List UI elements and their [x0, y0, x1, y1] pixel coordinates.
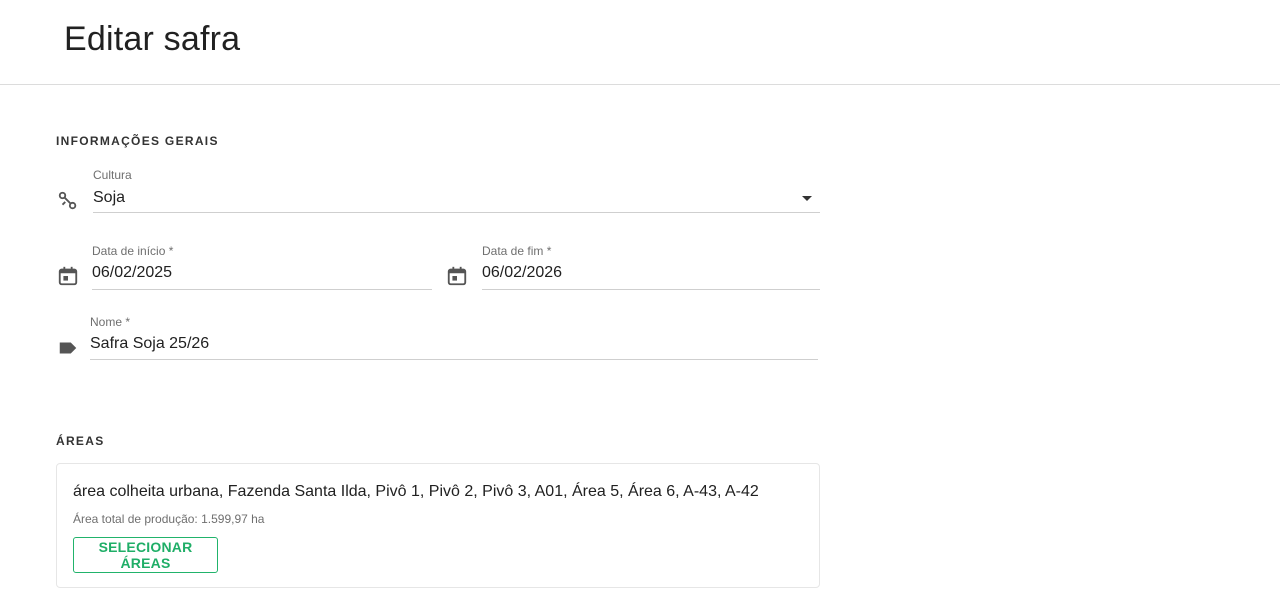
start-date-label: Data de início *	[92, 244, 174, 258]
section-title-areas: ÁREAS	[56, 434, 105, 448]
calendar-icon[interactable]	[446, 265, 468, 287]
areas-list: área colheita urbana, Fazenda Santa Ilda…	[73, 483, 759, 500]
end-date-value: 06/02/2026	[482, 264, 563, 281]
name-underline	[90, 359, 818, 360]
name-label: Nome *	[90, 315, 131, 329]
culture-underline	[93, 212, 820, 213]
name-value: Safra Soja 25/26	[90, 335, 210, 352]
page-title: Editar safra	[64, 20, 241, 58]
start-date-underline	[92, 289, 432, 290]
section-title-general: INFORMAÇÕES GERAIS	[56, 134, 219, 148]
start-date-value: 06/02/2025	[92, 264, 173, 281]
label-tag-icon	[57, 337, 79, 359]
areas-card: área colheita urbana, Fazenda Santa Ilda…	[56, 463, 820, 588]
end-date-label: Data de fim *	[482, 244, 552, 258]
page-header: Editar safra	[0, 0, 1280, 85]
chevron-down-icon[interactable]	[802, 196, 812, 201]
calendar-icon[interactable]	[57, 265, 79, 287]
areas-total: Área total de produção: 1.599,97 ha	[73, 512, 265, 526]
end-date-underline	[482, 289, 820, 290]
plant-icon	[57, 190, 79, 212]
culture-label: Cultura	[93, 168, 132, 182]
edit-harvest-page: Editar safra INFORMAÇÕES GERAIS Cultura …	[0, 0, 1280, 612]
culture-value: Soja	[93, 189, 126, 206]
select-areas-button[interactable]: SELECIONAR ÁREAS	[73, 537, 218, 573]
